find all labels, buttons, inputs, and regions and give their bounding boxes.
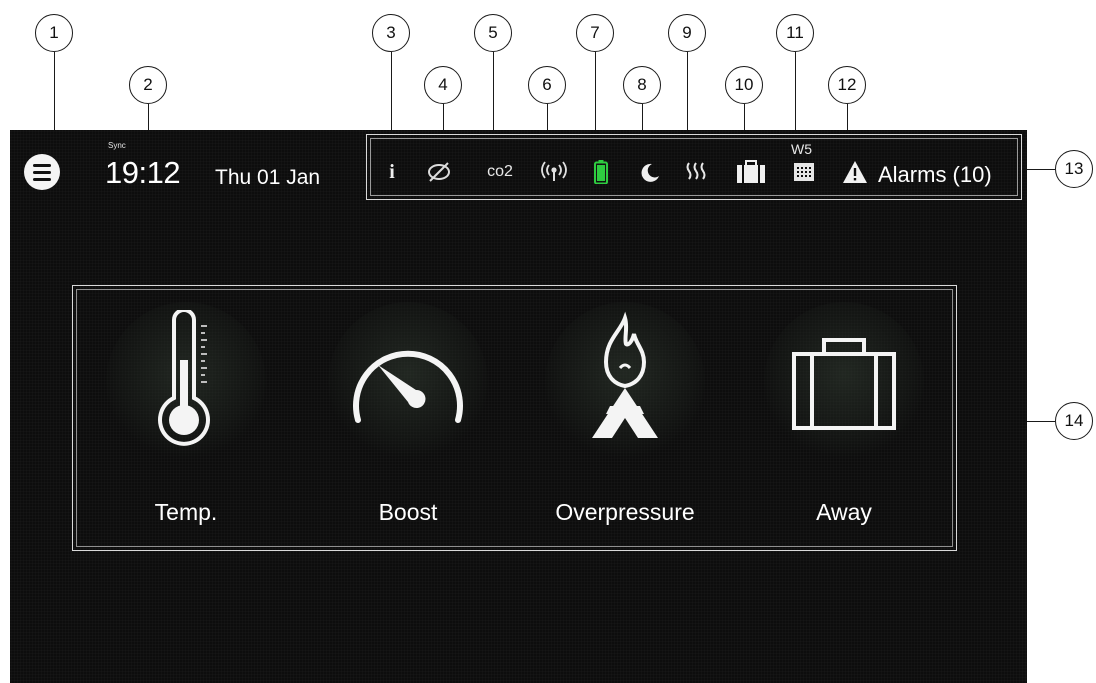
callout-7: 7 [576, 14, 614, 52]
quick-actions-panel: Temp. Boost Overpressure Away [72, 285, 957, 551]
tile-boost-label: Boost [378, 499, 438, 525]
week-label: W5 [791, 141, 812, 157]
speedometer-icon [303, 310, 513, 460]
callout-11: 11 [776, 14, 814, 52]
callout-11-leader [795, 52, 796, 136]
battery-glyph [594, 160, 608, 184]
callout-2: 2 [129, 66, 167, 104]
tile-overpressure[interactable]: Overpressure [520, 294, 730, 542]
moon-glyph [641, 163, 659, 182]
warning-glyph [843, 161, 867, 183]
callout-1: 1 [35, 14, 73, 52]
callout-12: 12 [828, 66, 866, 104]
warning-icon[interactable] [842, 160, 868, 184]
menu-button[interactable] [24, 154, 60, 190]
callout-14: 14 [1055, 402, 1093, 440]
filter-off-glyph [428, 162, 450, 182]
date[interactable]: Thu 01 Jan [215, 166, 320, 190]
calendar-glyph [794, 163, 814, 181]
info-glyph: i [389, 160, 395, 183]
heat-glyph [686, 162, 706, 180]
tile-away[interactable]: Away [739, 294, 949, 542]
tile-temp-label: Temp. [154, 499, 218, 525]
alarms-button[interactable]: Alarms (10) [878, 162, 992, 188]
calendar-icon[interactable] [792, 160, 816, 184]
tile-boost[interactable]: Boost [303, 294, 513, 542]
heat-icon[interactable] [683, 160, 709, 184]
wireless-icon[interactable] [538, 160, 570, 184]
suitcase-icon [739, 310, 949, 460]
callout-8: 8 [623, 66, 661, 104]
status-bar[interactable]: i co2 W5 Alarms (10) [366, 134, 1022, 200]
battery-icon[interactable] [593, 160, 609, 184]
menu-icon-bar [33, 163, 51, 167]
co2-icon[interactable]: co2 [483, 160, 517, 184]
callout-10: 10 [725, 66, 763, 104]
thermometer-icon [81, 310, 291, 460]
suitcase-glyph [737, 160, 765, 183]
callout-13: 13 [1055, 150, 1093, 188]
moon-icon[interactable] [638, 160, 662, 184]
suitcase-icon[interactable] [736, 160, 766, 184]
menu-icon-bar [33, 177, 51, 181]
sync-label: Sync [108, 141, 126, 150]
device-screen: Sync 19:12 Thu 01 Jan i co2 W5 Alarms (1… [10, 130, 1027, 683]
callout-3: 3 [372, 14, 410, 52]
info-icon[interactable]: i [381, 160, 403, 184]
tile-overpressure-label: Overpressure [555, 499, 695, 525]
callout-9: 9 [668, 14, 706, 52]
tile-temp[interactable]: Temp. [81, 294, 291, 542]
callout-6: 6 [528, 66, 566, 104]
callout-5: 5 [474, 14, 512, 52]
callout-4: 4 [424, 66, 462, 104]
clock[interactable]: 19:12 [105, 155, 181, 191]
tile-away-label: Away [816, 499, 872, 525]
filter-off-icon[interactable] [424, 160, 454, 184]
co2-label: co2 [487, 163, 513, 180]
wireless-glyph [541, 161, 567, 181]
menu-icon-bar [33, 170, 51, 174]
fireplace-icon [520, 310, 730, 460]
